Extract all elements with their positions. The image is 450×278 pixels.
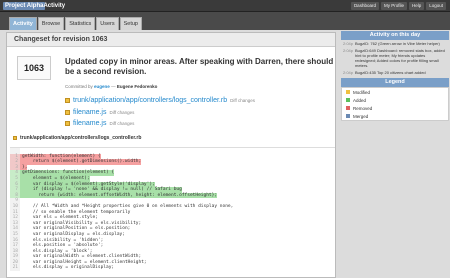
nav-bar: Activity Browse Statistics Users Setup [0, 12, 450, 30]
changeset-panel: Changeset for revision 1063 1063 Updated… [6, 32, 336, 278]
file-link[interactable]: trunk/application/app/controllers/logs_c… [73, 97, 227, 104]
activity-time: 2:04p [343, 70, 354, 75]
modified-icon [65, 98, 70, 103]
legend-swatch [346, 98, 350, 102]
diff-file-path: trunk/application/app/controllers/logs_c… [20, 135, 142, 141]
legend-label: Removed [353, 105, 373, 111]
activity-item[interactable]: 2:04p BugzID: 762 (Green arrow in Vibe Me… [341, 40, 449, 47]
legend-item-removed: Removed [342, 104, 448, 112]
code-text: els.display = originalDisplay; [22, 265, 115, 271]
my-profile-link[interactable]: My Profile [380, 2, 407, 10]
logout-link[interactable]: Logout [426, 2, 446, 10]
tab-users[interactable]: Users [96, 17, 119, 30]
modified-icon [65, 110, 70, 115]
activity-item[interactable]: 2:04p BugzID:649 Dashboard: removed stats… [341, 47, 449, 69]
committer-name: Eugene Fedorenko [116, 84, 158, 89]
activity-text: BugzID:649 Dashboard: removed stats box,… [355, 48, 445, 68]
legend-label: Modified [353, 89, 371, 95]
file-link[interactable]: filename.js [73, 109, 106, 116]
legend-swatch [346, 106, 350, 110]
file-link[interactable]: filename.js [73, 120, 106, 127]
activity-time: 2:04p [343, 41, 354, 46]
modified-icon [13, 136, 17, 140]
page-section-title: : Activity [40, 3, 66, 9]
committed-by: Committed by eugene — Eugene Fedorenko [65, 84, 158, 89]
line-number: 21 [10, 265, 20, 272]
tab-browse[interactable]: Browse [37, 17, 65, 30]
legend-item-merged: Merged [342, 112, 448, 120]
dashboard-link[interactable]: Dashboard [350, 2, 379, 10]
activity-heading: Activity on this day [341, 31, 449, 40]
tab-statistics[interactable]: Statistics [65, 17, 96, 30]
legend-heading: Legend [341, 78, 449, 87]
legend-list: Modified Added Removed Merged [341, 87, 449, 121]
activity-text: BugzID: 762 (Green arrow in Vibe Meter h… [355, 41, 440, 46]
top-links: Dashboard My Profile Help Logout [350, 2, 446, 10]
activity-time: 2:04p [343, 48, 354, 53]
activity-text: BugzID:435 Top 20 citizens chart added [355, 70, 426, 75]
committer-user[interactable]: eugene [94, 84, 110, 89]
code-line: 21 els.display = originalDisplay; [10, 265, 335, 272]
legend-swatch [346, 90, 350, 94]
diff-changes-link[interactable]: Diff changes [230, 98, 255, 103]
changed-file-2: filename.js Diff changes [65, 108, 134, 117]
code-text: return $(element).getDimensions().width; [20, 159, 142, 165]
tab-setup[interactable]: Setup [119, 17, 142, 30]
diff-file-header: trunk/application/app/controllers/logs_c… [13, 135, 141, 141]
legend-item-modified: Modified [342, 88, 448, 96]
commit-message: Updated copy in minor areas. After speak… [65, 57, 334, 76]
page-title: Changeset for revision 1063 [14, 36, 108, 43]
committed-by-label: Committed by [65, 84, 93, 89]
nav-tabs: Activity Browse Statistics Users Setup [9, 17, 142, 30]
activity-list: 2:04p BugzID: 762 (Green arrow in Vibe Me… [341, 40, 449, 76]
top-bar: Project Alpha : Activity Dashboard My Pr… [0, 0, 450, 12]
revision-number: 1063 [17, 56, 51, 80]
legend-label: Merged [353, 113, 369, 119]
legend-item-added: Added [342, 96, 448, 104]
modified-icon [65, 121, 70, 126]
activity-item[interactable]: 2:04p BugzID:435 Top 20 citizens chart ad… [341, 69, 449, 76]
code-text: return {width: element.offsetWidth, heig… [20, 192, 218, 199]
tab-activity[interactable]: Activity [9, 17, 37, 30]
changed-file-1: trunk/application/app/controllers/logs_c… [65, 96, 255, 105]
sidebar: Activity on this day 2:04p BugzID: 762 (G… [341, 31, 449, 278]
diff-changes-link[interactable]: Diff changes [109, 110, 134, 115]
legend-label: Added [353, 97, 367, 103]
diff-code-view[interactable]: 1 getWidth: function(element) {2 return $… [10, 147, 335, 277]
panel-title-bar: Changeset for revision 1063 [7, 33, 335, 47]
diff-changes-link[interactable]: Diff changes [109, 121, 134, 126]
changed-file-3: filename.js Diff changes [65, 119, 134, 128]
legend-swatch [346, 114, 350, 118]
help-link[interactable]: Help [408, 2, 425, 10]
